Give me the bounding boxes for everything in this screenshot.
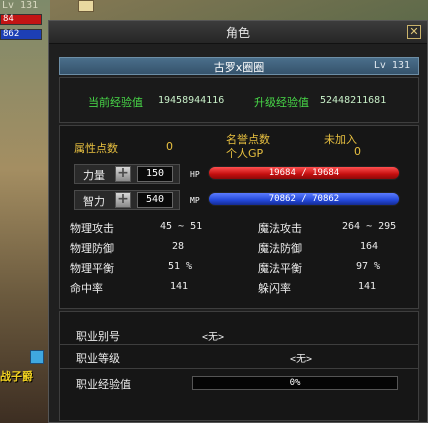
upgrade-exp-value: 52448211681 (320, 95, 387, 106)
stats-section: 属性点数 0 名誉点数 未加入 个人GP 0 力量 + 150 HP 19684… (59, 125, 419, 309)
strength-value: 150 (137, 166, 173, 182)
combat-value: 164 (360, 241, 379, 252)
character-window: 角色 ✕ 古罗x圈圈 Lv 131 当前经验值 19458944116 升级经验… (48, 20, 428, 423)
combat-label: 魔法攻击 (258, 222, 302, 235)
combat-value: 141 (170, 281, 189, 292)
character-name-bar: 古罗x圈圈 Lv 131 (59, 57, 419, 75)
combat-value: 51 % (168, 261, 193, 272)
hp-tag: HP (190, 170, 200, 179)
intellect-label: 智力 (83, 195, 105, 208)
close-button[interactable]: ✕ (407, 25, 421, 39)
hud-title-badge: 战子爵 (0, 370, 33, 383)
combat-label: 物理攻击 (70, 222, 114, 235)
combat-label: 魔法防御 (258, 242, 302, 255)
quick-slot-icon[interactable] (78, 0, 94, 12)
job-alias-label: 职业别号 (76, 330, 120, 343)
intellect-plus-button[interactable]: + (115, 192, 131, 208)
combat-label: 魔法平衡 (258, 262, 302, 275)
window-titlebar[interactable]: 角色 ✕ (49, 21, 427, 44)
current-exp-value: 19458944116 (158, 95, 225, 106)
mp-tag: MP (190, 196, 200, 205)
combat-value: 264 ~ 295 (342, 221, 397, 232)
job-alias-value: <无> (202, 332, 225, 343)
buff-icon[interactable] (30, 350, 44, 364)
hp-bar: 19684 / 19684 (208, 166, 400, 180)
divider (60, 368, 418, 369)
attr-points-label: 属性点数 (74, 142, 118, 155)
fame-points-value: 未加入 (324, 133, 357, 146)
strength-label: 力量 (83, 169, 105, 182)
combat-value: 45 ~ 51 (160, 221, 203, 232)
character-level: Lv 131 (373, 60, 410, 71)
job-exp-label: 职业经验值 (76, 378, 131, 391)
job-exp-bar: 0% (192, 376, 398, 390)
job-level-value: <无> (290, 354, 313, 365)
window-title: 角色 (225, 26, 250, 40)
hud-mp-bar: 862 (0, 29, 42, 40)
character-name: 古罗x圈圈 (213, 61, 265, 74)
combat-label: 命中率 (70, 282, 103, 295)
combat-label: 物理平衡 (70, 262, 114, 275)
intellect-value: 540 (137, 192, 173, 208)
combat-value: 28 (172, 241, 185, 252)
attr-points-value: 0 (166, 140, 173, 153)
gp-label: 个人GP (226, 147, 264, 160)
combat-label: 物理防御 (70, 242, 114, 255)
hud-hp-bar: 84 (0, 14, 42, 25)
combat-label: 躲闪率 (258, 282, 291, 295)
combat-value: 97 % (356, 261, 381, 272)
experience-section: 当前经验值 19458944116 升级经验值 52448211681 (59, 77, 419, 123)
gp-value: 0 (354, 145, 361, 158)
job-level-label: 职业等级 (76, 352, 120, 365)
current-exp-label: 当前经验值 (88, 96, 143, 109)
intellect-row: 智力 + 540 (74, 190, 180, 210)
mp-bar: 70862 / 70862 (208, 192, 400, 206)
upgrade-exp-label: 升级经验值 (254, 96, 309, 109)
strength-plus-button[interactable]: + (115, 166, 131, 182)
game-scene: Lv 131 84 862 战子爵 角色 ✕ 古罗x圈圈 Lv 131 当前经验… (0, 0, 428, 423)
hud-level: Lv 131 (2, 0, 39, 11)
divider (60, 344, 418, 345)
combat-value: 141 (358, 281, 377, 292)
job-section: 职业别号 <无> 职业等级 <无> 职业经验值 0% (59, 311, 419, 421)
strength-row: 力量 + 150 (74, 164, 180, 184)
